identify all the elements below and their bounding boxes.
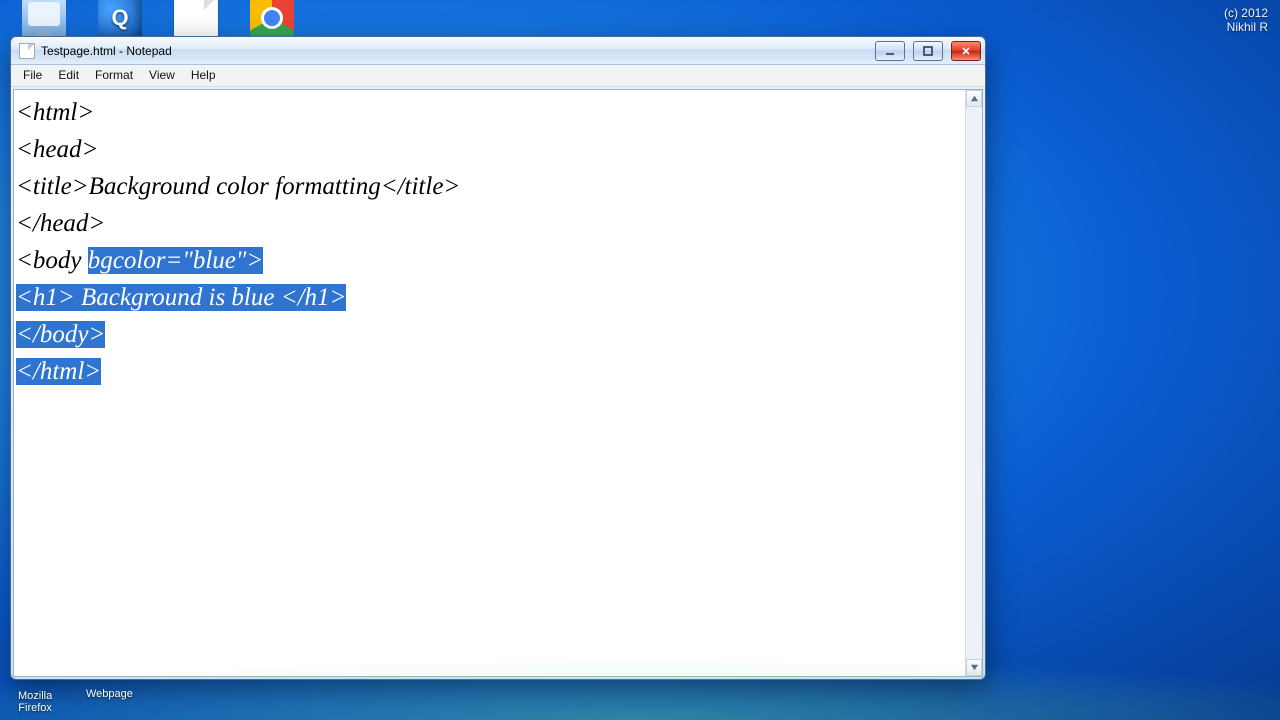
code-line-4: </head> [16,205,963,242]
close-button[interactable] [951,41,981,61]
chrome-icon [250,0,294,40]
quicktime-icon: Q [98,0,142,40]
scroll-up-button[interactable] [966,90,982,107]
selection: bgcolor="blue"> [88,247,264,274]
taskbar-label-firefox[interactable]: Mozilla Firefox [18,690,52,714]
code-line-5: <body bgcolor="blue"> [16,242,963,279]
notepad-app-icon [19,43,35,59]
code-line-8: </html> [16,353,963,390]
code-line-1: <html> [16,94,963,131]
code-line-3: <title>Background color formatting</titl… [16,168,963,205]
code-line-6: <h1> Background is blue </h1> [16,279,963,316]
taskbar-label-webpage[interactable]: Webpage [86,688,133,700]
notepad-window: Testpage.html - Notepad File Edit Format… [10,36,986,680]
menu-file[interactable]: File [15,65,50,86]
menu-help[interactable]: Help [183,65,224,86]
code-line-2: <head> [16,131,963,168]
menubar: File Edit Format View Help [11,65,985,87]
text-editor[interactable]: <html> <head> <title>Background color fo… [14,90,965,676]
desktop: Q (c) 2012 Nikhil R Testpage.html - Note… [0,0,1280,720]
scroll-down-button[interactable] [966,659,982,676]
selection: <h1> Background is blue </h1> [16,284,346,311]
watermark: (c) 2012 Nikhil R [1224,6,1268,34]
maximize-button[interactable] [913,41,943,61]
menu-view[interactable]: View [141,65,183,86]
selection: </body> [16,321,105,348]
menu-edit[interactable]: Edit [50,65,87,86]
vertical-scrollbar[interactable] [965,90,982,676]
code-line-7: </body> [16,316,963,353]
computer-icon [22,0,66,40]
watermark-line1: (c) 2012 [1224,6,1268,20]
editor-container: <html> <head> <title>Background color fo… [13,89,983,677]
titlebar[interactable]: Testpage.html - Notepad [11,37,985,65]
page-icon [174,0,218,40]
menu-format[interactable]: Format [87,65,141,86]
watermark-line2: Nikhil R [1224,20,1268,34]
window-title: Testpage.html - Notepad [41,44,172,58]
selection: </html> [16,358,101,385]
minimize-button[interactable] [875,41,905,61]
